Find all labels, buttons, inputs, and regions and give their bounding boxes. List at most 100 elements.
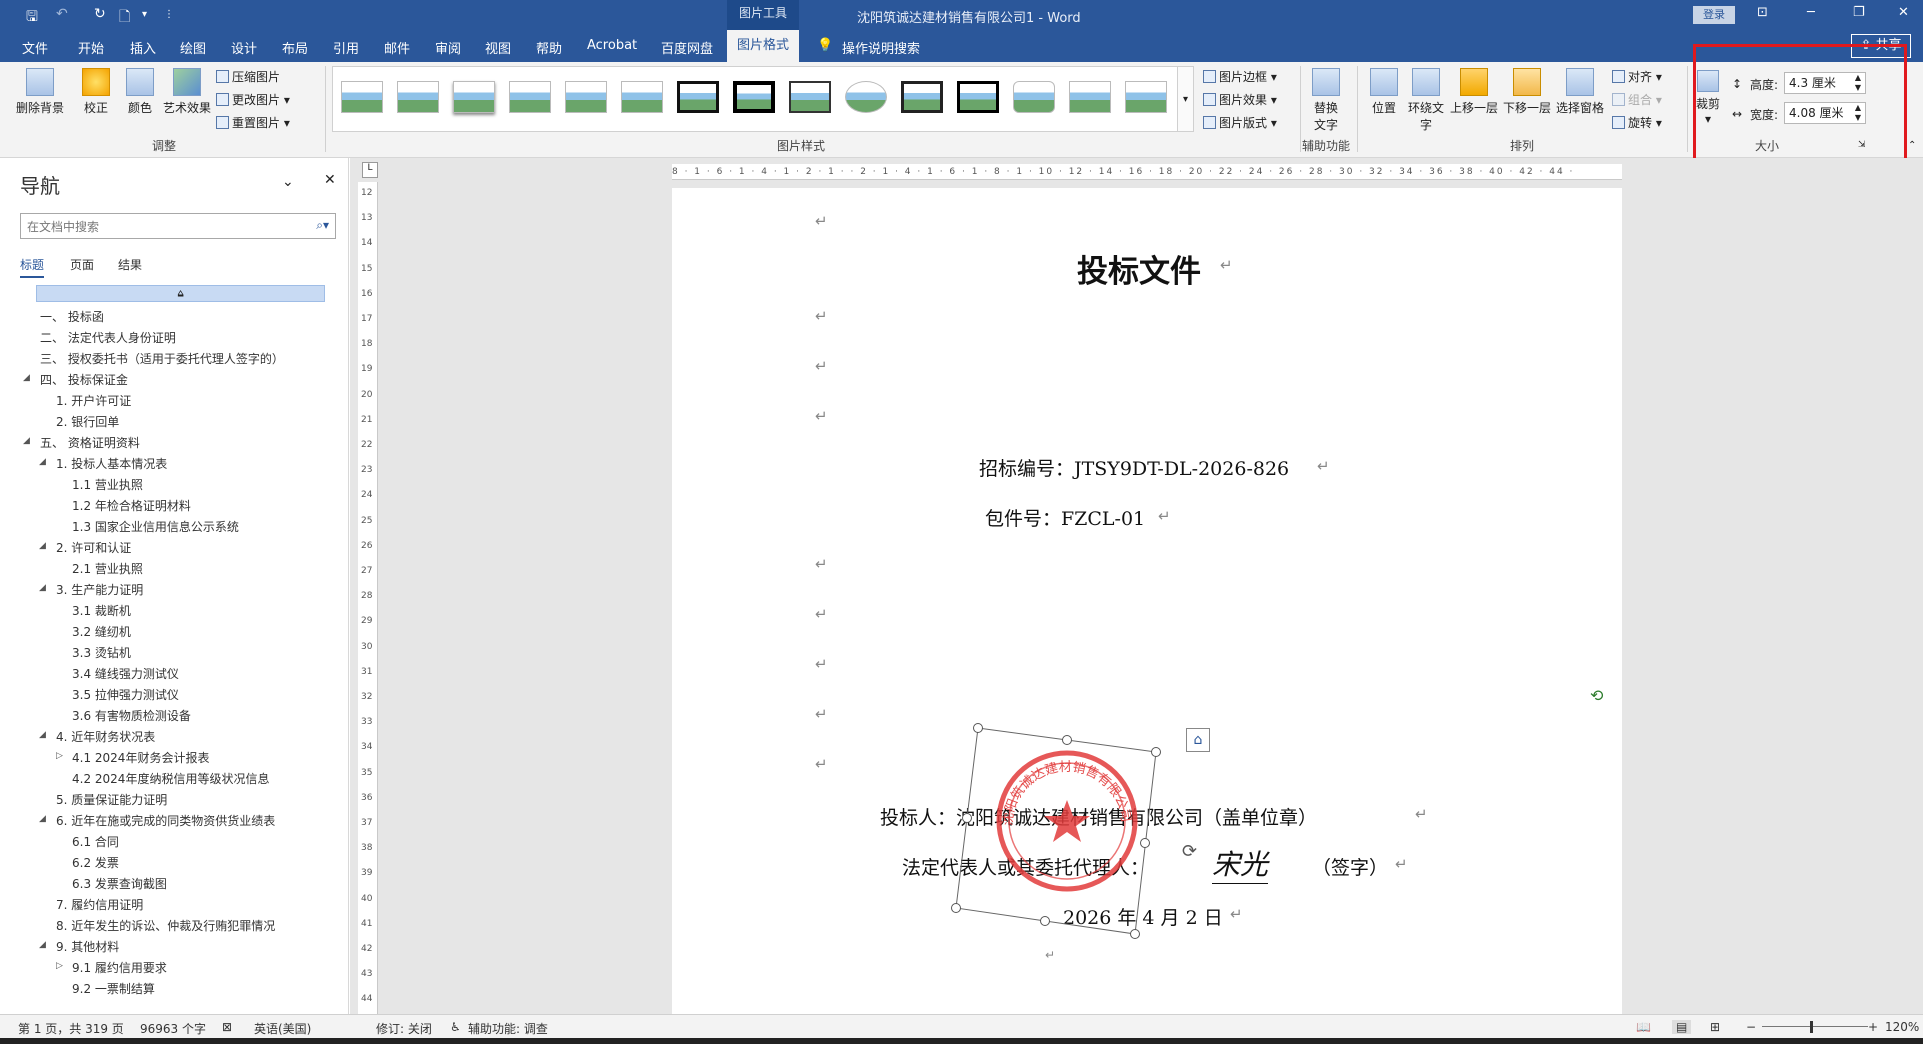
tab-insert[interactable]: 插入 — [130, 38, 156, 57]
redo-icon[interactable]: ↻ — [94, 6, 106, 22]
tab-mailings[interactable]: 邮件 — [384, 38, 410, 57]
picture-layout-button[interactable]: 图片版式 ▾ — [1203, 114, 1277, 131]
artistic-effects-button[interactable]: 艺术效果 — [162, 68, 212, 116]
expand-arrow-icon[interactable]: ▷ — [56, 961, 63, 971]
nav-heading-item[interactable]: 9.1 履约信用要求 — [72, 959, 167, 976]
nav-heading-item[interactable]: 7. 履约信用证明 — [56, 896, 143, 913]
collapse-arrow-icon[interactable]: ◢ — [39, 940, 46, 950]
change-picture-button[interactable]: 更改图片 ▾ — [216, 91, 290, 108]
style-thumb[interactable] — [565, 81, 607, 113]
nav-heading-item[interactable]: 3.3 烫钻机 — [72, 644, 131, 661]
style-thumb[interactable] — [957, 81, 999, 113]
nav-heading-item[interactable]: 6.3 发票查询截图 — [72, 875, 167, 892]
tab-draw[interactable]: 绘图 — [180, 38, 206, 57]
layout-options-icon[interactable]: ⌂ — [1186, 728, 1210, 752]
wrap-text-button[interactable]: 环绕文字 — [1403, 68, 1449, 133]
nav-heading-item[interactable]: 6.1 合同 — [72, 833, 119, 850]
tab-design[interactable]: 设计 — [231, 38, 257, 57]
save-icon[interactable]: 🖫 — [26, 6, 38, 30]
rotate-button[interactable]: 旋转 ▾ — [1612, 114, 1662, 131]
print-layout-icon[interactable]: ▤ — [1672, 1020, 1692, 1034]
nav-heading-item[interactable]: 1.2 年检合格证明材料 — [72, 497, 191, 514]
anchor-comment-icon[interactable]: ⟲ — [1590, 686, 1603, 705]
undo-icon[interactable]: ↶ — [56, 6, 68, 22]
collapse-arrow-icon[interactable]: ◢ — [39, 583, 46, 593]
resize-handle[interactable] — [973, 723, 983, 733]
style-thumb[interactable] — [733, 81, 775, 113]
read-mode-icon[interactable]: 📖 — [1636, 1020, 1651, 1034]
resize-handle[interactable] — [962, 813, 972, 823]
gallery-more-button[interactable]: ▾ — [1178, 66, 1194, 132]
nav-scroll-up-button[interactable]: ⩠ — [36, 285, 325, 302]
nav-heading-item[interactable]: 1.3 国家企业信用信息公示系统 — [72, 518, 239, 535]
image-selection-frame[interactable] — [940, 714, 1180, 944]
tell-me-search[interactable]: 操作说明搜索 — [842, 38, 920, 57]
style-thumb[interactable] — [1125, 81, 1167, 113]
zoom-out-icon[interactable]: − — [1746, 1020, 1756, 1034]
corrections-button[interactable]: 校正 — [78, 68, 114, 116]
picture-styles-gallery[interactable] — [332, 66, 1178, 132]
compress-pictures-button[interactable]: 压缩图片 — [216, 68, 280, 85]
style-thumb[interactable] — [509, 81, 551, 113]
nav-tab-headings[interactable]: 标题 — [20, 256, 45, 278]
resize-handle[interactable] — [1062, 735, 1072, 745]
nav-heading-item[interactable]: 三、 授权委托书（适用于委托代理人签字的） — [40, 350, 284, 367]
tab-references[interactable]: 引用 — [333, 38, 359, 57]
nav-options-chevron-icon[interactable]: ⌄ — [282, 174, 294, 190]
group-objects-button[interactable]: 组合 ▾ — [1612, 91, 1662, 108]
tab-help[interactable]: 帮助 — [536, 38, 562, 57]
accessibility-status[interactable]: 辅助功能: 调查 — [468, 1020, 548, 1037]
nav-heading-item[interactable]: 1. 投标人基本情况表 — [56, 455, 167, 472]
nav-heading-item[interactable]: 4.2 2024年度纳税信用等级状况信息 — [72, 770, 269, 787]
alt-text-button[interactable]: 替换 文字 — [1308, 68, 1344, 133]
language[interactable]: 英语(美国) — [254, 1020, 311, 1037]
nav-heading-item[interactable]: 2. 许可和认证 — [56, 539, 131, 556]
collapse-arrow-icon[interactable]: ◢ — [39, 730, 46, 740]
login-button[interactable]: 登录 — [1693, 6, 1735, 24]
nav-tab-results[interactable]: 结果 — [118, 256, 142, 273]
more-qat-icon[interactable]: ⋮ — [164, 9, 174, 20]
web-layout-icon[interactable]: ⊞ — [1710, 1020, 1720, 1034]
nav-heading-item[interactable]: 3.1 裁断机 — [72, 602, 131, 619]
send-backward-button[interactable]: 下移一层 — [1502, 68, 1552, 116]
nav-heading-item[interactable]: 3.4 缝线强力测试仪 — [72, 665, 179, 682]
zoom-slider-track[interactable] — [1762, 1026, 1868, 1027]
nav-close-icon[interactable]: ✕ — [324, 172, 336, 188]
nav-heading-item[interactable]: 6.2 发票 — [72, 854, 119, 871]
zoom-in-icon[interactable]: + — [1868, 1020, 1878, 1034]
rotate-handle-icon[interactable]: ⟳ — [1182, 841, 1197, 862]
picture-border-button[interactable]: 图片边框 ▾ — [1203, 68, 1277, 85]
vertical-ruler[interactable]: 12 13 14 15 16 17 18 19 20 21 22 23 24 25 26 27 28 29 30 31… — [358, 182, 378, 1014]
nav-heading-item[interactable]: 4. 近年财务状况表 — [56, 728, 155, 745]
nav-heading-item[interactable]: 3.5 拉伸强力测试仪 — [72, 686, 179, 703]
horizontal-ruler[interactable]: 8 · 1 · 6 · 1 · 4 · 1 · 2 · 1 · · 2 · 1 … — [672, 164, 1622, 180]
collapse-arrow-icon[interactable]: ◢ — [39, 457, 46, 467]
tab-selector[interactable]: L — [362, 162, 378, 178]
bring-forward-button[interactable]: 上移一层 — [1449, 68, 1499, 116]
new-doc-icon[interactable]: 🗋 — [119, 6, 130, 30]
remove-background-button[interactable]: 删除背景 — [14, 68, 66, 116]
track-changes-status[interactable]: 修订: 关闭 — [376, 1020, 432, 1037]
zoom-level[interactable]: 120% — [1885, 1020, 1919, 1034]
minimize-icon[interactable]: ─ — [1807, 5, 1815, 20]
resize-handle[interactable] — [1140, 838, 1150, 848]
resize-handle[interactable] — [1130, 929, 1140, 939]
nav-heading-item[interactable]: 2.1 营业执照 — [72, 560, 143, 577]
nav-heading-item[interactable]: 一、 投标函 — [40, 308, 104, 325]
expand-arrow-icon[interactable]: ▷ — [56, 751, 63, 761]
style-thumb[interactable] — [453, 81, 495, 113]
nav-heading-item[interactable]: 1.1 营业执照 — [72, 476, 143, 493]
nav-heading-item[interactable]: 2. 银行回单 — [56, 413, 119, 430]
style-thumb[interactable] — [621, 81, 663, 113]
style-thumb[interactable] — [1013, 81, 1055, 113]
nav-heading-item[interactable]: 9.2 一票制结算 — [72, 980, 155, 997]
nav-heading-item[interactable]: 3.6 有害物质检测设备 — [72, 707, 191, 724]
style-thumb[interactable] — [845, 81, 887, 113]
tab-view[interactable]: 视图 — [485, 38, 511, 57]
nav-heading-item[interactable]: 8. 近年发生的诉讼、仲裁及行贿犯罪情况 — [56, 917, 275, 934]
reset-picture-button[interactable]: 重置图片 ▾ — [216, 114, 290, 131]
style-thumb[interactable] — [397, 81, 439, 113]
tab-home[interactable]: 开始 — [78, 38, 104, 57]
position-button[interactable]: 位置 — [1368, 68, 1400, 116]
nav-tab-pages[interactable]: 页面 — [70, 256, 94, 273]
